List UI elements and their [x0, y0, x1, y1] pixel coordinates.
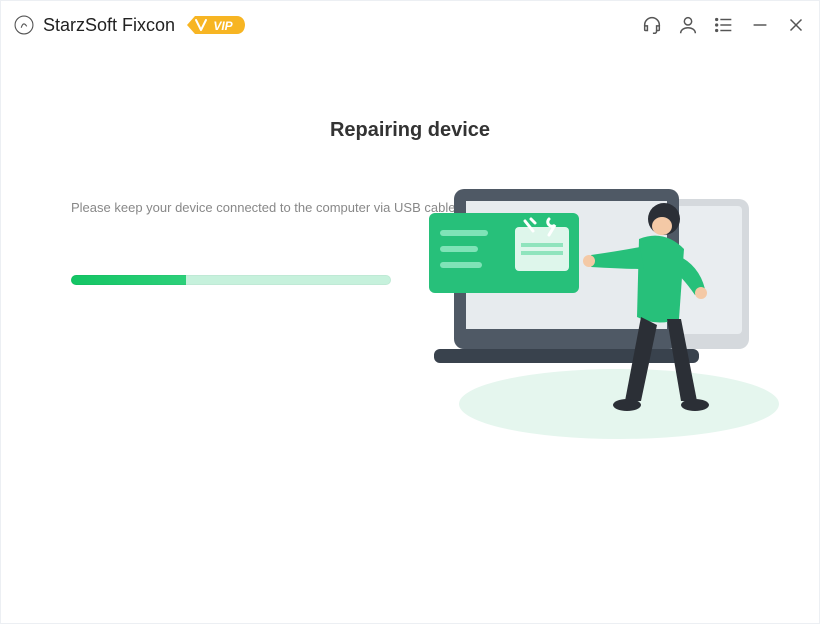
title-bar: StarzSoft Fixcon VIP: [1, 1, 819, 49]
repair-illustration: [419, 169, 789, 449]
page-heading: Repairing device: [71, 119, 749, 142]
list-icon[interactable]: [713, 14, 735, 36]
window-controls: [641, 14, 807, 36]
minimize-icon[interactable]: [749, 14, 771, 36]
svg-text:VIP: VIP: [213, 19, 233, 33]
headset-icon[interactable]: [641, 14, 663, 36]
close-icon[interactable]: [785, 14, 807, 36]
progress-bar: [71, 275, 391, 285]
vip-badge-icon: VIP: [187, 14, 245, 36]
app-title: StarzSoft Fixcon: [43, 15, 175, 36]
user-icon[interactable]: [677, 14, 699, 36]
app-logo-icon: [13, 14, 35, 36]
main-content: Repairing device Please keep your device…: [1, 49, 819, 285]
